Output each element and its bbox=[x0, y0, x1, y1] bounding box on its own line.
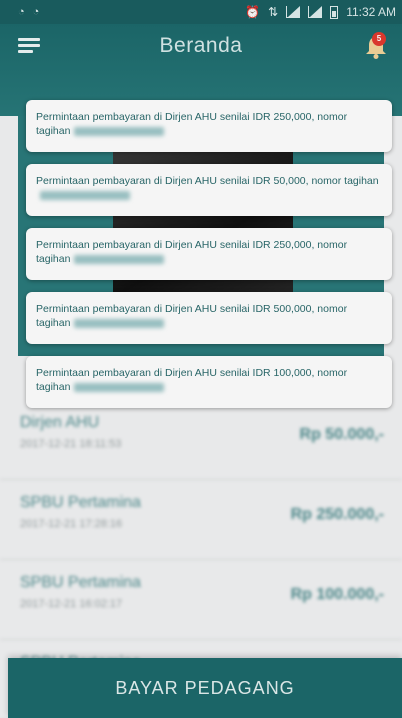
notification-card[interactable]: Permintaan pembayaran di Dirjen AHU seni… bbox=[26, 356, 392, 408]
notification-badge: 5 bbox=[372, 32, 386, 46]
list-item[interactable]: SPBU Pertamina 2017-12-21 17:28:16 Rp 25… bbox=[0, 480, 402, 560]
notification-icon: ◔ bbox=[18, 6, 25, 18]
notification-card[interactable]: Permintaan pembayaran di Dirjen AHU seni… bbox=[26, 100, 392, 152]
status-time: 11:32 AM bbox=[346, 5, 396, 19]
signal-icon bbox=[286, 6, 301, 18]
list-item[interactable]: SPBU Pertamina 2017-12-21 16:02:17 Rp 10… bbox=[0, 560, 402, 640]
transaction-amount: Rp 250.000,- bbox=[290, 506, 384, 523]
pay-merchant-button[interactable]: BAYAR PEDAGANG bbox=[8, 658, 402, 718]
data-icon: ⇅ bbox=[268, 5, 279, 19]
notification-card[interactable]: Permintaan pembayaran di Dirjen AHU seni… bbox=[26, 228, 392, 280]
transaction-amount: Rp 100.000,- bbox=[290, 586, 384, 603]
redacted-bill-number bbox=[74, 126, 165, 136]
redacted-bill-number bbox=[74, 254, 165, 264]
transaction-amount: Rp 50.000,- bbox=[299, 426, 384, 443]
alarm-icon: ⏰ bbox=[245, 5, 261, 19]
status-bar: ◔ ◔ ⏰ ⇅ 11:32 AM bbox=[0, 0, 402, 24]
signal-icon bbox=[308, 6, 323, 18]
notification-popup-list: Permintaan pembayaran di Dirjen AHU seni… bbox=[26, 100, 392, 420]
status-left-icons: ◔ ◔ bbox=[18, 6, 39, 18]
notification-text: Permintaan pembayaran di Dirjen AHU seni… bbox=[36, 175, 379, 187]
page-title: Beranda bbox=[159, 34, 243, 57]
notification-card[interactable]: Permintaan pembayaran di Dirjen AHU seni… bbox=[26, 292, 392, 344]
notification-icon: ◔ bbox=[32, 6, 40, 18]
redacted-bill-number bbox=[40, 190, 130, 200]
battery-icon bbox=[330, 5, 339, 19]
redacted-bill-number bbox=[74, 318, 165, 328]
notification-card[interactable]: Permintaan pembayaran di Dirjen AHU seni… bbox=[26, 164, 392, 216]
redacted-bill-number bbox=[74, 382, 165, 392]
status-right-icons: ⏰ ⇅ 11:32 AM bbox=[245, 5, 396, 19]
